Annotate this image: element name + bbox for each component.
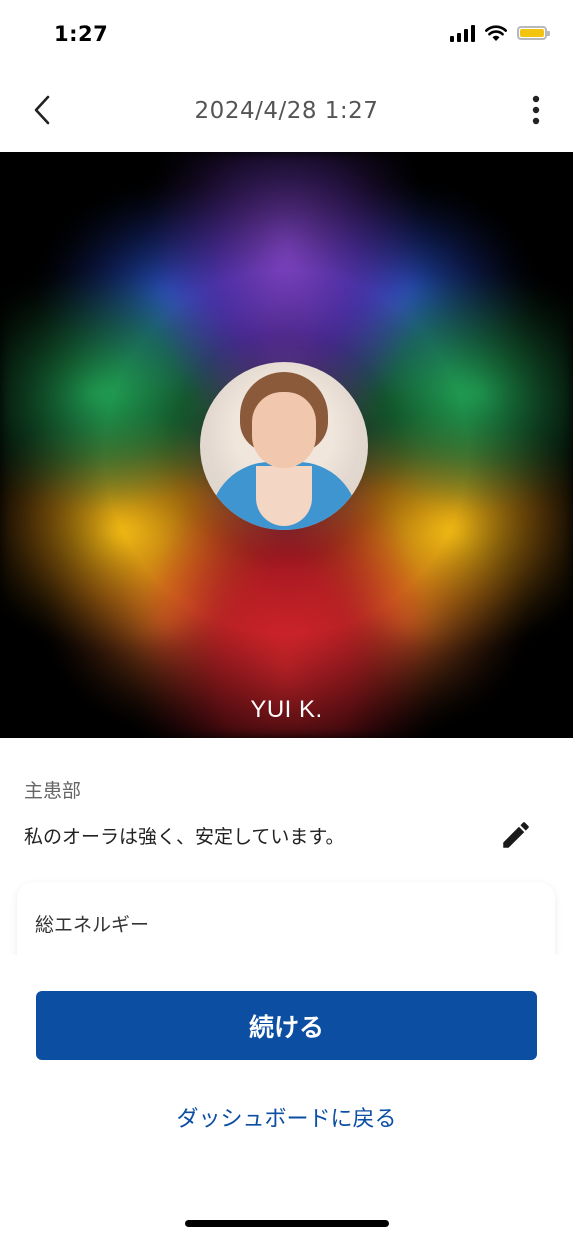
- aura-image: YUI K.: [0, 152, 573, 738]
- aura-user-name: YUI K.: [250, 696, 323, 723]
- nav-bar: 2024/4/28 1:27: [0, 80, 573, 144]
- status-icons: [450, 24, 550, 42]
- status-time: 1:27: [54, 22, 109, 46]
- avatar: [200, 362, 368, 530]
- continue-button[interactable]: 続ける: [36, 991, 537, 1060]
- status-bar: 1:27: [0, 0, 573, 72]
- more-vertical-icon: [532, 95, 540, 125]
- battery-icon: [517, 26, 550, 40]
- page-title: 2024/4/28 1:27: [194, 98, 379, 124]
- aura-statement: 私のオーラは強く、安定しています。: [24, 826, 345, 848]
- cellular-signal-icon: [450, 24, 475, 42]
- battery-level: [520, 29, 544, 37]
- pencil-icon: [503, 822, 529, 848]
- section-label: 主患部: [24, 780, 82, 802]
- more-options-button[interactable]: [521, 92, 551, 128]
- home-indicator: [185, 1220, 389, 1227]
- edit-button[interactable]: [499, 818, 533, 852]
- back-to-dashboard-link[interactable]: ダッシュボードに戻る: [0, 1101, 573, 1133]
- energy-card-title: 総エネルギー: [35, 914, 150, 936]
- wifi-icon: [485, 24, 507, 41]
